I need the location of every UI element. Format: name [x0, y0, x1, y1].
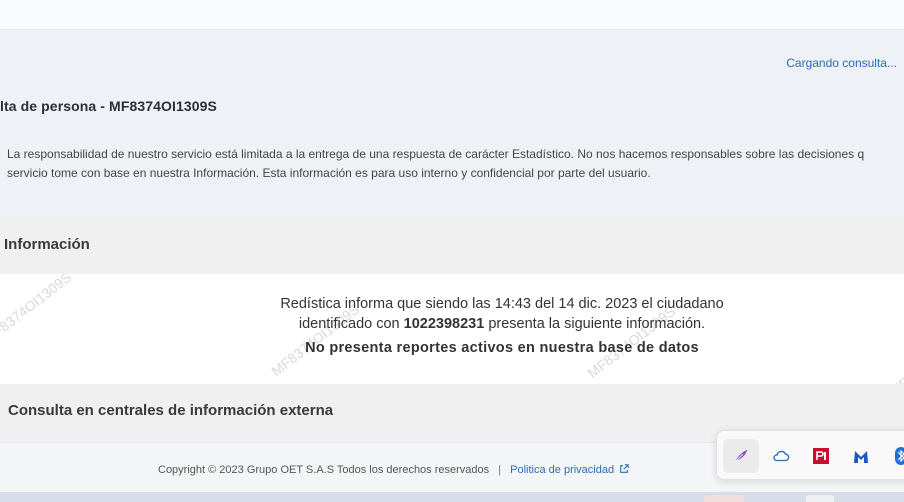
cloud-icon[interactable] [763, 439, 799, 473]
disclaimer: La responsabilidad de nuestro servicio e… [7, 145, 904, 183]
citizen-id-number: 1022398231 [403, 316, 485, 332]
result-identification: identificado con 1022398231 presenta la … [0, 316, 904, 332]
external-section-title: Consulta en centrales de información ext… [8, 402, 334, 419]
result-outcome: No presenta reportes activos en nuestra … [305, 340, 699, 356]
page-title: lta de persona - MF8374OI1309S [0, 98, 217, 114]
taskbar-app[interactable] [704, 495, 744, 502]
disclaimer-line-2: servicio tome con base en nuestra Inform… [7, 166, 651, 180]
taskbar [0, 492, 904, 502]
disclaimer-line-1: La responsabilidad de nuestro servicio e… [7, 147, 865, 161]
pdf-reader-icon[interactable] [803, 439, 839, 473]
result-statement: Redística informa que siendo las 14:43 d… [280, 296, 724, 312]
bluetooth-icon[interactable] [883, 439, 904, 473]
malwarebytes-icon[interactable] [843, 439, 879, 473]
taskbar-app[interactable] [806, 495, 834, 502]
feather-icon[interactable] [723, 439, 759, 473]
privacy-policy-label: Politica de privacidad [510, 464, 615, 476]
system-tray-overflow [716, 430, 904, 480]
footer-text: Copyright © 2023 Grupo OET S.A.S Todos l… [158, 464, 629, 476]
info-section-header[interactable]: Información [0, 217, 904, 274]
result-id-suffix: presenta la siguiente información. [484, 316, 706, 332]
loading-status: Cargando consulta... [786, 56, 897, 70]
copyright-text: Copyright © 2023 Grupo OET S.A.S Todos l… [158, 464, 490, 476]
info-section-title: Información [4, 236, 90, 253]
external-link-icon [620, 464, 629, 473]
privacy-policy-link[interactable]: Politica de privacidad [510, 464, 629, 476]
footer-separator: | [498, 464, 502, 476]
top-card [0, 0, 904, 30]
result-panel: MF8374OI1309S MF8374OI1309S MF8374OI1309… [0, 274, 904, 384]
result-id-prefix: identificado con [298, 316, 404, 332]
